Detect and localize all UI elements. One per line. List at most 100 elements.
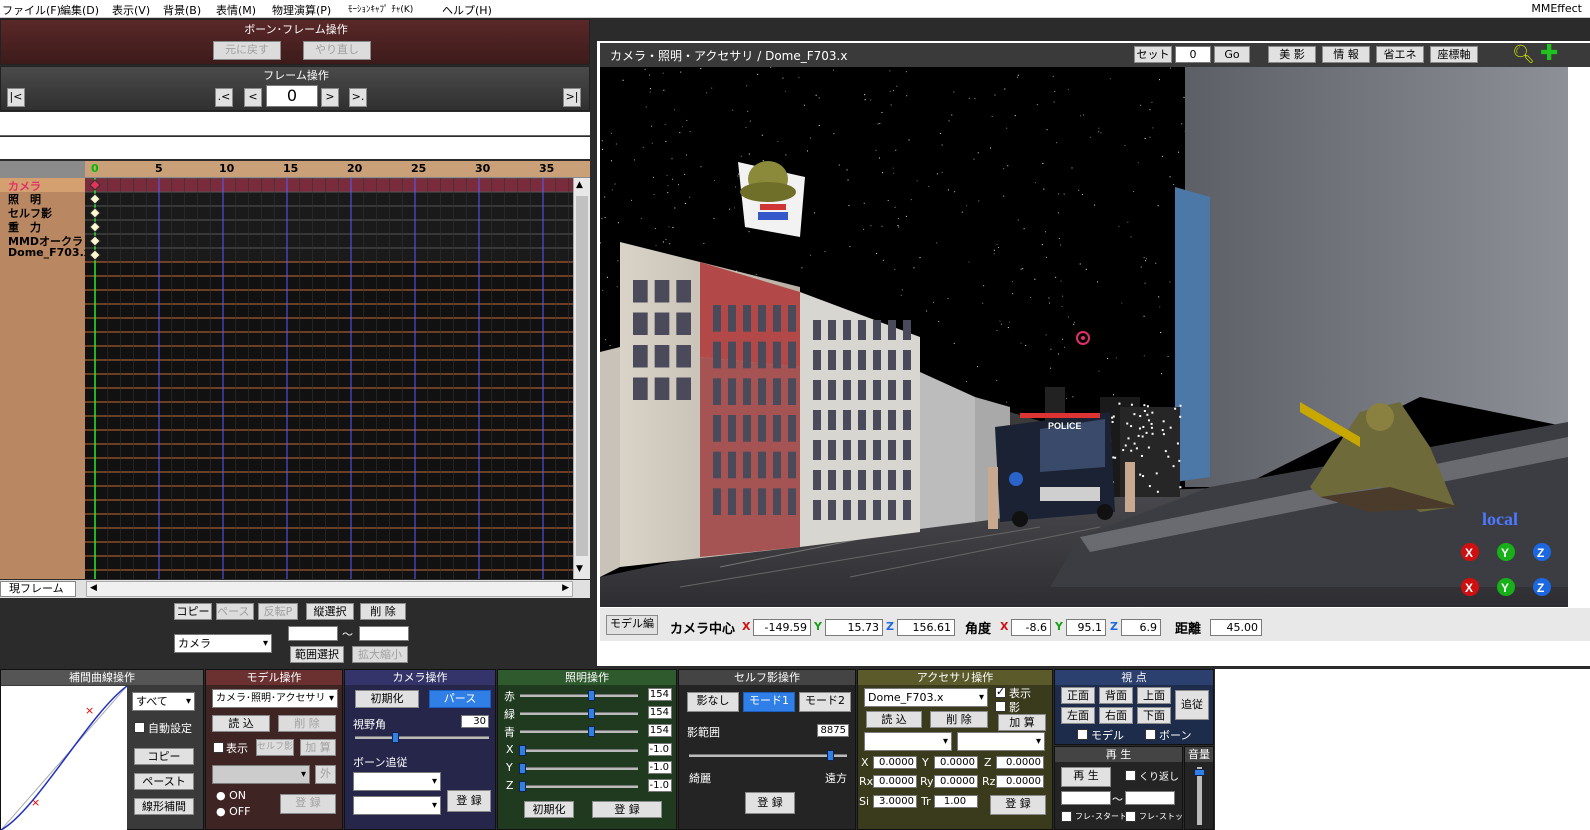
auto-set-checkbox[interactable] [134, 722, 145, 733]
model-select[interactable]: カメラ･照明･アクセサリ [212, 689, 338, 708]
accessory-shadow-checkbox[interactable] [995, 701, 1006, 712]
shadow-none-button[interactable]: 影なし [687, 692, 739, 712]
light-r-slider[interactable] [520, 694, 638, 697]
timeline-ruler[interactable]: 0 5 10 15 20 25 30 35 [85, 161, 590, 177]
accessory-x-input[interactable]: 0.0000 [873, 756, 917, 769]
angle-y-input[interactable]: 95.1 [1066, 619, 1106, 636]
interp-paste-button[interactable]: ペースト [134, 773, 194, 790]
interp-target-select[interactable]: すべて [132, 692, 195, 711]
shadow-mode1-button[interactable]: モード1 [743, 692, 795, 712]
light-y-thumb[interactable] [519, 763, 526, 774]
model-self-shadow-button[interactable]: セルフ影 [256, 739, 294, 756]
accessory-scale-input[interactable]: 3.0000 [873, 795, 917, 808]
view-left-button[interactable]: 左面 [1061, 707, 1095, 724]
prev-frame-button[interactable]: < [244, 88, 262, 107]
menu-face[interactable]: 表情(M) [216, 2, 256, 18]
play-end-input[interactable] [1125, 791, 1175, 805]
light-x-slider[interactable] [520, 749, 638, 752]
zoom-icon[interactable]: 🔍︎ [1512, 44, 1535, 65]
prev-key-button[interactable]: .< [215, 88, 233, 107]
eco-toggle[interactable]: 省エネ [1376, 46, 1424, 63]
light-z-thumb[interactable] [519, 781, 526, 792]
interp-copy-button[interactable]: コピー [134, 748, 194, 765]
paste-frames-button[interactable]: ペースト [216, 603, 254, 620]
go-button[interactable]: Go [1214, 46, 1250, 63]
timeline-vscrollbar[interactable]: ▲ ▼ [573, 178, 590, 579]
fov-slider-thumb[interactable] [392, 732, 400, 743]
light-g-input[interactable]: 154 [648, 706, 672, 719]
camera-init-button[interactable]: 初期化 [355, 690, 419, 708]
next-frame-button[interactable]: > [321, 88, 339, 107]
perspective-button[interactable]: パース [429, 690, 491, 708]
model-edit-button[interactable]: モデル編 [606, 615, 658, 635]
play-start-input[interactable] [1061, 791, 1111, 805]
accessory-load-button[interactable]: 読 込 [866, 711, 922, 728]
redo-button[interactable]: やり直し [303, 41, 371, 60]
delete-frames-button[interactable]: 削 除 [360, 603, 406, 620]
range-start-input[interactable] [288, 626, 338, 641]
model-show-checkbox[interactable] [213, 742, 224, 753]
vertical-select-button[interactable]: 縦選択 [306, 603, 354, 620]
fov-slider[interactable] [355, 736, 489, 739]
shadow-register-button[interactable]: 登 録 [745, 792, 795, 814]
accessory-delete-button[interactable]: 削 除 [930, 711, 988, 728]
bone-follow-model-select[interactable] [353, 772, 441, 791]
accessory-transparency-input[interactable]: 1.00 [934, 795, 978, 808]
accessory-ry-input[interactable]: 0.0000 [934, 775, 978, 788]
timeline-hscrollbar[interactable]: ◀ ▶ [86, 581, 573, 597]
linear-interp-button[interactable]: 線形補間 [134, 798, 194, 815]
follow-model-checkbox[interactable] [1077, 729, 1088, 740]
accessory-rx-input[interactable]: 0.0000 [873, 775, 917, 788]
next-key-button[interactable]: >. [349, 88, 367, 107]
light-b-slider[interactable] [520, 730, 638, 733]
light-y-slider[interactable] [520, 767, 638, 770]
accessory-bone-select[interactable] [957, 732, 1045, 751]
info-toggle[interactable]: 情 報 [1322, 46, 1370, 63]
volume-thumb[interactable] [1194, 769, 1205, 776]
undo-button[interactable]: 元に戻す [213, 41, 281, 60]
camera-z-input[interactable]: 156.61 [897, 619, 955, 636]
menu-edit[interactable]: 編集(D) [60, 2, 99, 18]
menu-motion-capture[interactable]: ﾓｰｼｮﾝｷｬﾌﾟ ﾁｬ(K) [348, 2, 413, 15]
loop-checkbox[interactable] [1125, 770, 1136, 781]
light-z-slider[interactable] [520, 785, 638, 788]
view-back-button[interactable]: 背面 [1099, 687, 1133, 704]
accessory-add-button[interactable]: 加 算 [998, 714, 1046, 731]
scale-button[interactable]: 拡大縮小 [352, 646, 408, 663]
light-x-thumb[interactable] [519, 745, 526, 756]
light-g-thumb[interactable] [587, 708, 595, 719]
shadow-mode2-button[interactable]: モード2 [799, 692, 851, 712]
frame-stop-checkbox[interactable] [1125, 811, 1136, 822]
last-frame-button[interactable]: >| [563, 88, 581, 107]
follow-bone-checkbox[interactable] [1145, 729, 1156, 740]
range-end-input[interactable] [359, 626, 409, 641]
scene-render[interactable]: POLICE local X Y Z X Y Z [600, 67, 1568, 607]
model-load-button[interactable]: 読 込 [212, 715, 270, 732]
menu-file[interactable]: ファイル(F) [2, 2, 61, 18]
bone-follow-bone-select[interactable] [353, 796, 441, 815]
accessory-show-checkbox[interactable]: ✓ [995, 685, 1006, 698]
beauty-shadow-toggle[interactable]: 美 影 [1268, 46, 1316, 63]
track-accessory[interactable]: Dome_F703.x [8, 246, 91, 259]
interp-curve-editor[interactable]: × × [1, 686, 127, 830]
light-x-input[interactable]: -1.0 [648, 743, 672, 756]
axis-gizmo-local[interactable]: X Y Z [1461, 543, 1551, 561]
shadow-range-slider[interactable] [689, 754, 847, 757]
light-r-thumb[interactable] [587, 690, 595, 701]
view-bottom-button[interactable]: 下面 [1137, 707, 1171, 724]
timeline-grid[interactable] [85, 178, 573, 579]
light-b-thumb[interactable] [587, 726, 595, 737]
off-radio[interactable]: ● OFF [216, 805, 250, 818]
fov-input[interactable]: 30 [461, 715, 489, 728]
light-b-input[interactable]: 154 [648, 724, 672, 737]
set-frame-input[interactable]: 0 [1175, 46, 1211, 63]
accessory-rz-input[interactable]: 0.0000 [996, 775, 1044, 788]
menu-background[interactable]: 背景(B) [163, 2, 201, 18]
view-follow-button[interactable]: 追従 [1175, 690, 1209, 720]
frame-number-input[interactable]: 0 [266, 85, 318, 107]
target-select[interactable]: カメラ [174, 634, 272, 653]
camera-y-input[interactable]: 15.73 [825, 619, 883, 636]
frame-start-checkbox[interactable] [1061, 811, 1072, 822]
model-register-button[interactable]: 登 録 [280, 794, 336, 814]
distance-input[interactable]: 45.00 [1210, 619, 1262, 636]
